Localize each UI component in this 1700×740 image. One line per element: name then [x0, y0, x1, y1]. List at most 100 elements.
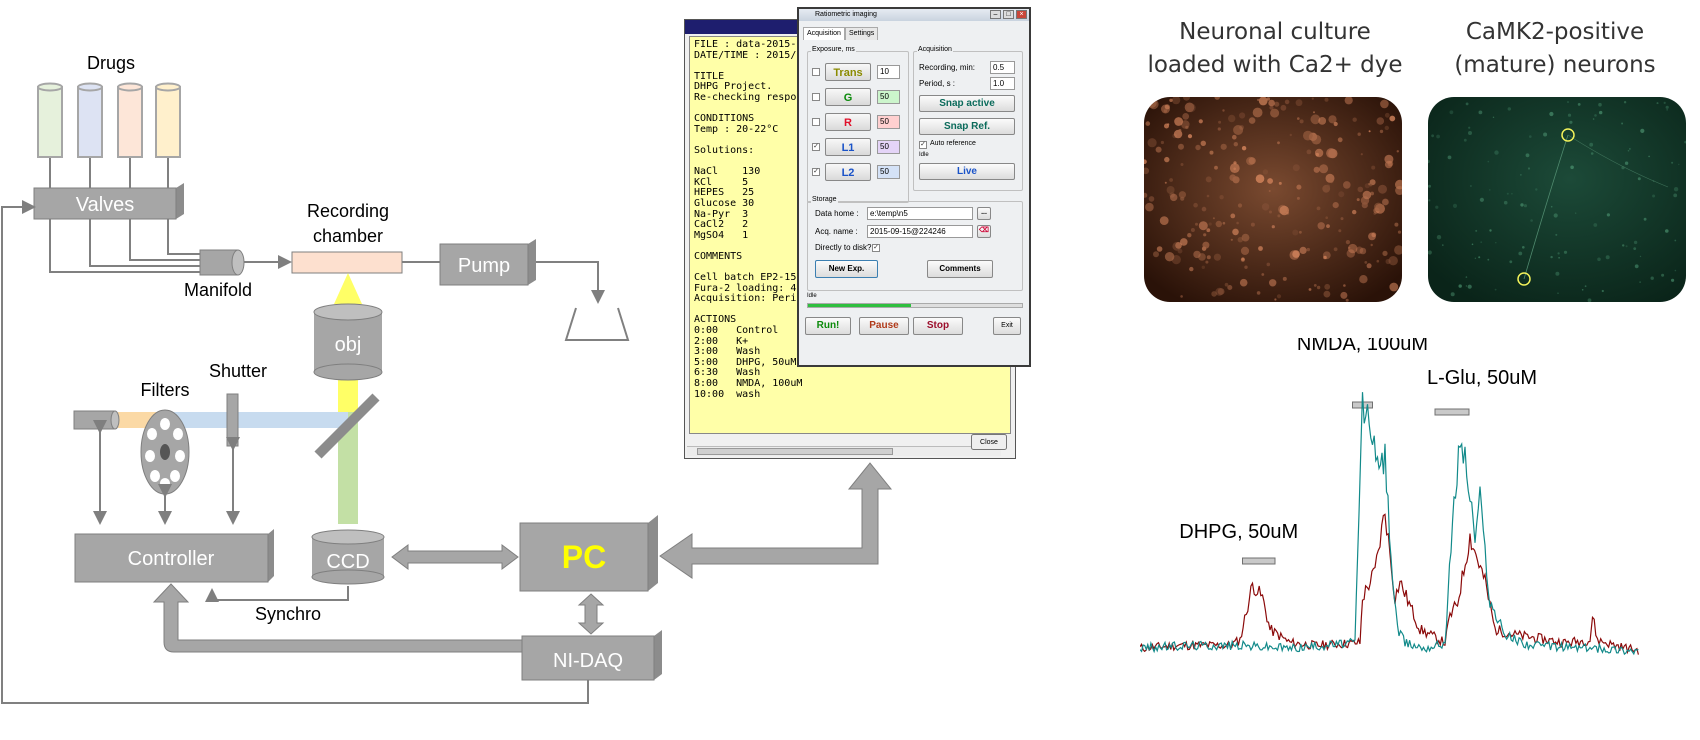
drug-annotation-label: L-Glu, 50uM — [1427, 367, 1537, 389]
obj-label: obj — [335, 334, 362, 356]
pump-box: Pump — [439, 239, 536, 286]
drugs-label: Drugs — [87, 53, 135, 73]
ratiometric-imaging-dialog: Ratiometric imaging – □ × Acquisition Se… — [797, 7, 1031, 367]
ccd-camera: CCD — [311, 529, 385, 585]
drug-application-bar — [1434, 408, 1470, 416]
drug-annotation-label: DHPG, 50uM — [1179, 521, 1298, 543]
culture-title-line1: Neuronal culture — [1179, 19, 1371, 45]
recording-chamber-label-line1: Recording — [307, 201, 389, 221]
exposure-field[interactable]: 10 — [877, 65, 900, 79]
channel-checkbox[interactable] — [812, 118, 820, 126]
acquisition-idle-label: Idle — [919, 152, 929, 158]
nidaq-box: NI-DAQ — [521, 630, 662, 681]
objective: obj — [313, 303, 383, 381]
data-home-label: Data home : — [815, 209, 859, 218]
culture-title-line2: loaded with Ca2+ dye — [1147, 52, 1403, 78]
acquisition-group-label: Acquisition — [917, 46, 953, 53]
manifold — [199, 249, 292, 276]
pause-button[interactable]: Pause — [859, 317, 909, 335]
filter-wheel — [140, 409, 190, 495]
calcium-traces-chart: DHPG, 50uM NMDA, 100uM L-Glu, 50uM — [1140, 338, 1639, 656]
reset-name-icon[interactable]: ⌫ — [977, 225, 991, 238]
dialog-title: Ratiometric imaging — [815, 11, 877, 18]
directly-to-disk-label: Directly to disk? — [815, 243, 872, 252]
status-label: Idle — [807, 293, 817, 299]
exit-button[interactable]: Exit — [993, 317, 1021, 335]
drug-tube — [37, 82, 63, 158]
recording-min-field[interactable]: 0.5 — [990, 61, 1015, 74]
drug-application-bar — [1242, 557, 1276, 565]
period-label: Period, s : — [919, 79, 956, 88]
channel-button-g[interactable]: G — [825, 88, 871, 106]
comments-button[interactable]: Comments — [927, 260, 993, 278]
pc-nidaq-arrow — [577, 593, 605, 635]
directly-to-disk-checkbox[interactable]: ✓ — [872, 244, 880, 252]
channel-checkbox[interactable] — [812, 68, 820, 76]
channel-button-l2[interactable]: L2 — [825, 163, 871, 181]
drug-tube — [155, 82, 181, 158]
nidaq-label: NI-DAQ — [553, 650, 623, 672]
nidaq-controller-arrow — [152, 583, 523, 653]
stop-button[interactable]: Stop — [913, 317, 963, 335]
controller-label: Controller — [128, 548, 215, 570]
drug-tube — [117, 82, 143, 158]
browse-button[interactable]: ... — [977, 207, 991, 220]
period-field[interactable]: 1.0 — [990, 77, 1015, 90]
new-exp-button[interactable]: New Exp. — [815, 260, 878, 278]
neuronal-culture-image — [1144, 97, 1402, 302]
shutter-label: Shutter — [209, 361, 267, 381]
camk2-neurons-image — [1428, 97, 1686, 302]
pump-label: Pump — [458, 255, 510, 277]
log-close-button[interactable]: Close — [971, 434, 1007, 450]
exposure-field[interactable]: 50 — [877, 165, 900, 179]
acq-name-field[interactable]: 2015-09-15@224246 — [867, 225, 973, 238]
light-source — [73, 410, 120, 430]
recording-chamber — [291, 251, 403, 274]
maximize-icon[interactable]: □ — [1003, 10, 1014, 19]
waste-beaker — [564, 307, 630, 341]
culture-image-title: Neuronal culture loaded with Ca2+ dye — [1130, 16, 1420, 82]
excitation-beam-blue — [166, 412, 348, 428]
close-icon[interactable]: × — [1016, 10, 1027, 19]
acq-name-label: Acq. name : — [815, 227, 858, 236]
exposure-field[interactable]: 50 — [877, 140, 900, 154]
tab-acquisition[interactable]: Acquisition — [803, 27, 845, 40]
valves-box: Valves — [33, 183, 184, 220]
drug-annotation-label: NMDA, 100uM — [1297, 338, 1428, 355]
auto-reference-checkbox[interactable]: ✓ — [919, 141, 927, 149]
channel-checkbox[interactable]: ✓ — [812, 143, 820, 151]
storage-group-label: Storage — [811, 196, 838, 203]
minimize-icon[interactable]: – — [990, 10, 1001, 19]
channel-checkbox[interactable]: ✓ — [812, 168, 820, 176]
channel-button-l1[interactable]: L1 — [825, 138, 871, 156]
synchro-label: Synchro — [255, 604, 321, 624]
snap-active-button[interactable]: Snap active — [919, 95, 1015, 112]
recording-min-label: Recording, min: — [919, 63, 976, 72]
snap-ref-button[interactable]: Snap Ref. — [919, 118, 1015, 135]
drug-tubes — [37, 82, 181, 158]
exposure-field[interactable]: 50 — [877, 115, 900, 129]
live-button[interactable]: Live — [919, 163, 1015, 180]
pc-label: PC — [562, 539, 606, 575]
ccd-label: CCD — [326, 551, 369, 573]
pc-box: PC — [519, 515, 658, 592]
filters-label: Filters — [141, 380, 190, 400]
shutter — [226, 393, 239, 447]
scrollbar-thumb[interactable] — [697, 448, 893, 455]
exposure-field[interactable]: 50 — [877, 90, 900, 104]
channel-button-trans[interactable]: Trans — [825, 63, 871, 81]
controller-box: Controller — [74, 529, 274, 583]
drug-tube — [77, 82, 103, 158]
auto-reference-label: Auto reference — [930, 140, 976, 147]
camk2-title-line1: CaMK2-positive — [1465, 19, 1645, 45]
valves-label: Valves — [76, 194, 135, 216]
excitation-beam-yellow — [334, 273, 362, 304]
ccd-pc-arrow — [391, 544, 519, 570]
channel-checkbox[interactable] — [812, 93, 820, 101]
recording-chamber-label-line2: chamber — [313, 226, 383, 246]
channel-button-r[interactable]: R — [825, 113, 871, 131]
tab-settings[interactable]: Settings — [845, 27, 879, 40]
data-home-field[interactable]: e:\temp\n5 — [867, 207, 973, 220]
log-horizontal-scrollbar[interactable] — [687, 446, 1001, 456]
run-button[interactable]: Run! — [805, 317, 851, 335]
